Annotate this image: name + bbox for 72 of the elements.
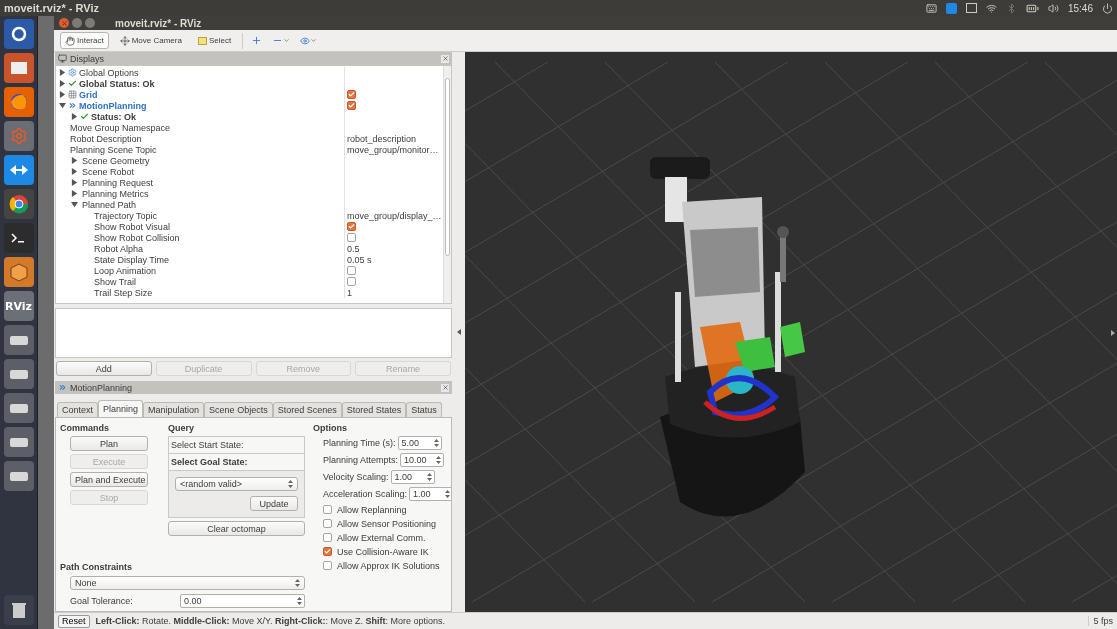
tree-item-label[interactable]: Robot Description xyxy=(70,133,142,144)
tree-item-label[interactable]: Loop Animation xyxy=(94,265,157,276)
checkbox-label: Allow Replanning xyxy=(337,504,407,515)
panel-button[interactable]: Add xyxy=(56,361,152,376)
checkbox-label: Use Collision-Aware IK xyxy=(337,546,429,557)
tree-item-label[interactable]: MotionPlanning xyxy=(79,100,147,111)
tree-item-label[interactable]: Planning Request xyxy=(82,177,154,188)
tool-button[interactable]: Select xyxy=(192,32,237,49)
tree-item-label[interactable]: Planned Path xyxy=(82,199,137,210)
update-button[interactable]: Update xyxy=(250,496,298,511)
property-value: robot_description xyxy=(347,133,417,144)
tree-item-label[interactable]: Show Robot Visual xyxy=(94,221,170,232)
tree-item-label[interactable]: State Display Time xyxy=(94,254,170,265)
constraints-dropdown[interactable]: None xyxy=(70,576,305,590)
tree-item-label[interactable]: Scene Robot xyxy=(82,166,135,177)
checkbox-label: Allow Approx IK Solutions xyxy=(337,560,440,571)
tree-item-label[interactable]: Planning Metrics xyxy=(82,188,149,199)
window-title: moveit.rviz* - RViz xyxy=(115,17,202,29)
tab[interactable]: Stored Scenes xyxy=(272,402,342,417)
tab[interactable]: Stored States xyxy=(341,402,407,417)
goal-state-dropdown[interactable]: <random valid> xyxy=(175,477,298,491)
tool-button[interactable]: Move Camera xyxy=(114,32,187,49)
tree-item-label[interactable]: Status: Ok xyxy=(91,111,136,122)
spin-field[interactable]: 1.00 xyxy=(409,487,451,501)
tab[interactable]: Planning xyxy=(98,400,144,417)
property-value: 0.5 xyxy=(347,243,360,254)
tree-item-label[interactable]: Scene Geometry xyxy=(82,155,150,166)
clear-octomap-button[interactable]: Clear octomap xyxy=(168,521,305,536)
tab[interactable]: Manipulation xyxy=(143,402,205,417)
tree-item-label[interactable]: Planning Scene Topic xyxy=(70,144,157,155)
field-label: Velocity Scaling: xyxy=(323,472,389,482)
tab[interactable]: Scene Objects xyxy=(204,402,273,417)
command-button[interactable]: Plan and Execute xyxy=(70,472,148,487)
app-title: moveit.rviz* - RViz xyxy=(4,2,99,14)
command-button[interactable]: Plan xyxy=(70,436,148,451)
property-value: 1 xyxy=(347,287,352,298)
tab[interactable]: Status xyxy=(406,402,442,417)
field-label: Planning Time (s): xyxy=(323,438,396,448)
section-heading: Path Constraints xyxy=(60,562,133,572)
fps-readout: 5 fps xyxy=(1088,616,1113,626)
checkbox-label: Allow Sensor Positioning xyxy=(337,518,437,529)
field-label: Goal Tolerance: xyxy=(70,596,134,606)
spin-field[interactable]: 1.00 xyxy=(390,470,435,484)
status-hint: Left-Click: Rotate. Middle-Click: Move X/Y. Right-Click:: Move Z. Shift: More options. xyxy=(95,616,445,626)
tree-item-label[interactable]: Robot Alpha xyxy=(94,243,144,254)
tree-item-label[interactable]: Show Robot Collision xyxy=(94,232,180,243)
launcher-item[interactable]: RViz xyxy=(3,291,34,321)
tree-item-label[interactable]: Trajectory Topic xyxy=(94,210,158,221)
spin-field[interactable]: 10.00 xyxy=(400,453,445,467)
tree-item-label[interactable]: Show Trail xyxy=(94,276,137,287)
section-heading: Query xyxy=(168,423,195,433)
section-heading: Commands xyxy=(60,423,110,433)
property-value: 0.05 s xyxy=(347,254,372,265)
field-label: Acceleration Scaling: xyxy=(323,489,408,499)
dock-title: Displays xyxy=(70,53,104,64)
reset-button[interactable]: Reset xyxy=(58,614,90,628)
section-heading: Options xyxy=(313,423,348,433)
tree-item-label[interactable]: Grid xyxy=(79,89,98,100)
checkbox-label: Allow External Comm. xyxy=(337,532,426,543)
clock[interactable]: 15:46 xyxy=(1067,2,1093,14)
spin-field[interactable]: 5.00 xyxy=(397,436,442,450)
tool-button[interactable]: Interact xyxy=(60,32,109,49)
property-value: move_group/monitor… xyxy=(347,144,439,155)
field-label: Planning Attempts: xyxy=(323,455,399,465)
tree-item-label[interactable]: Move Group Namespace xyxy=(70,122,171,133)
tree-item-label[interactable]: Global Options xyxy=(79,67,139,78)
tab[interactable]: Context xyxy=(57,402,99,417)
tree-item-label[interactable]: Trail Step Size xyxy=(94,287,153,298)
dock-title: MotionPlanning xyxy=(70,382,133,393)
tree-item-label[interactable]: Global Status: Ok xyxy=(79,78,155,89)
spin-field[interactable]: 0.00 xyxy=(180,594,305,608)
property-value: move_group/display_… xyxy=(347,210,442,221)
